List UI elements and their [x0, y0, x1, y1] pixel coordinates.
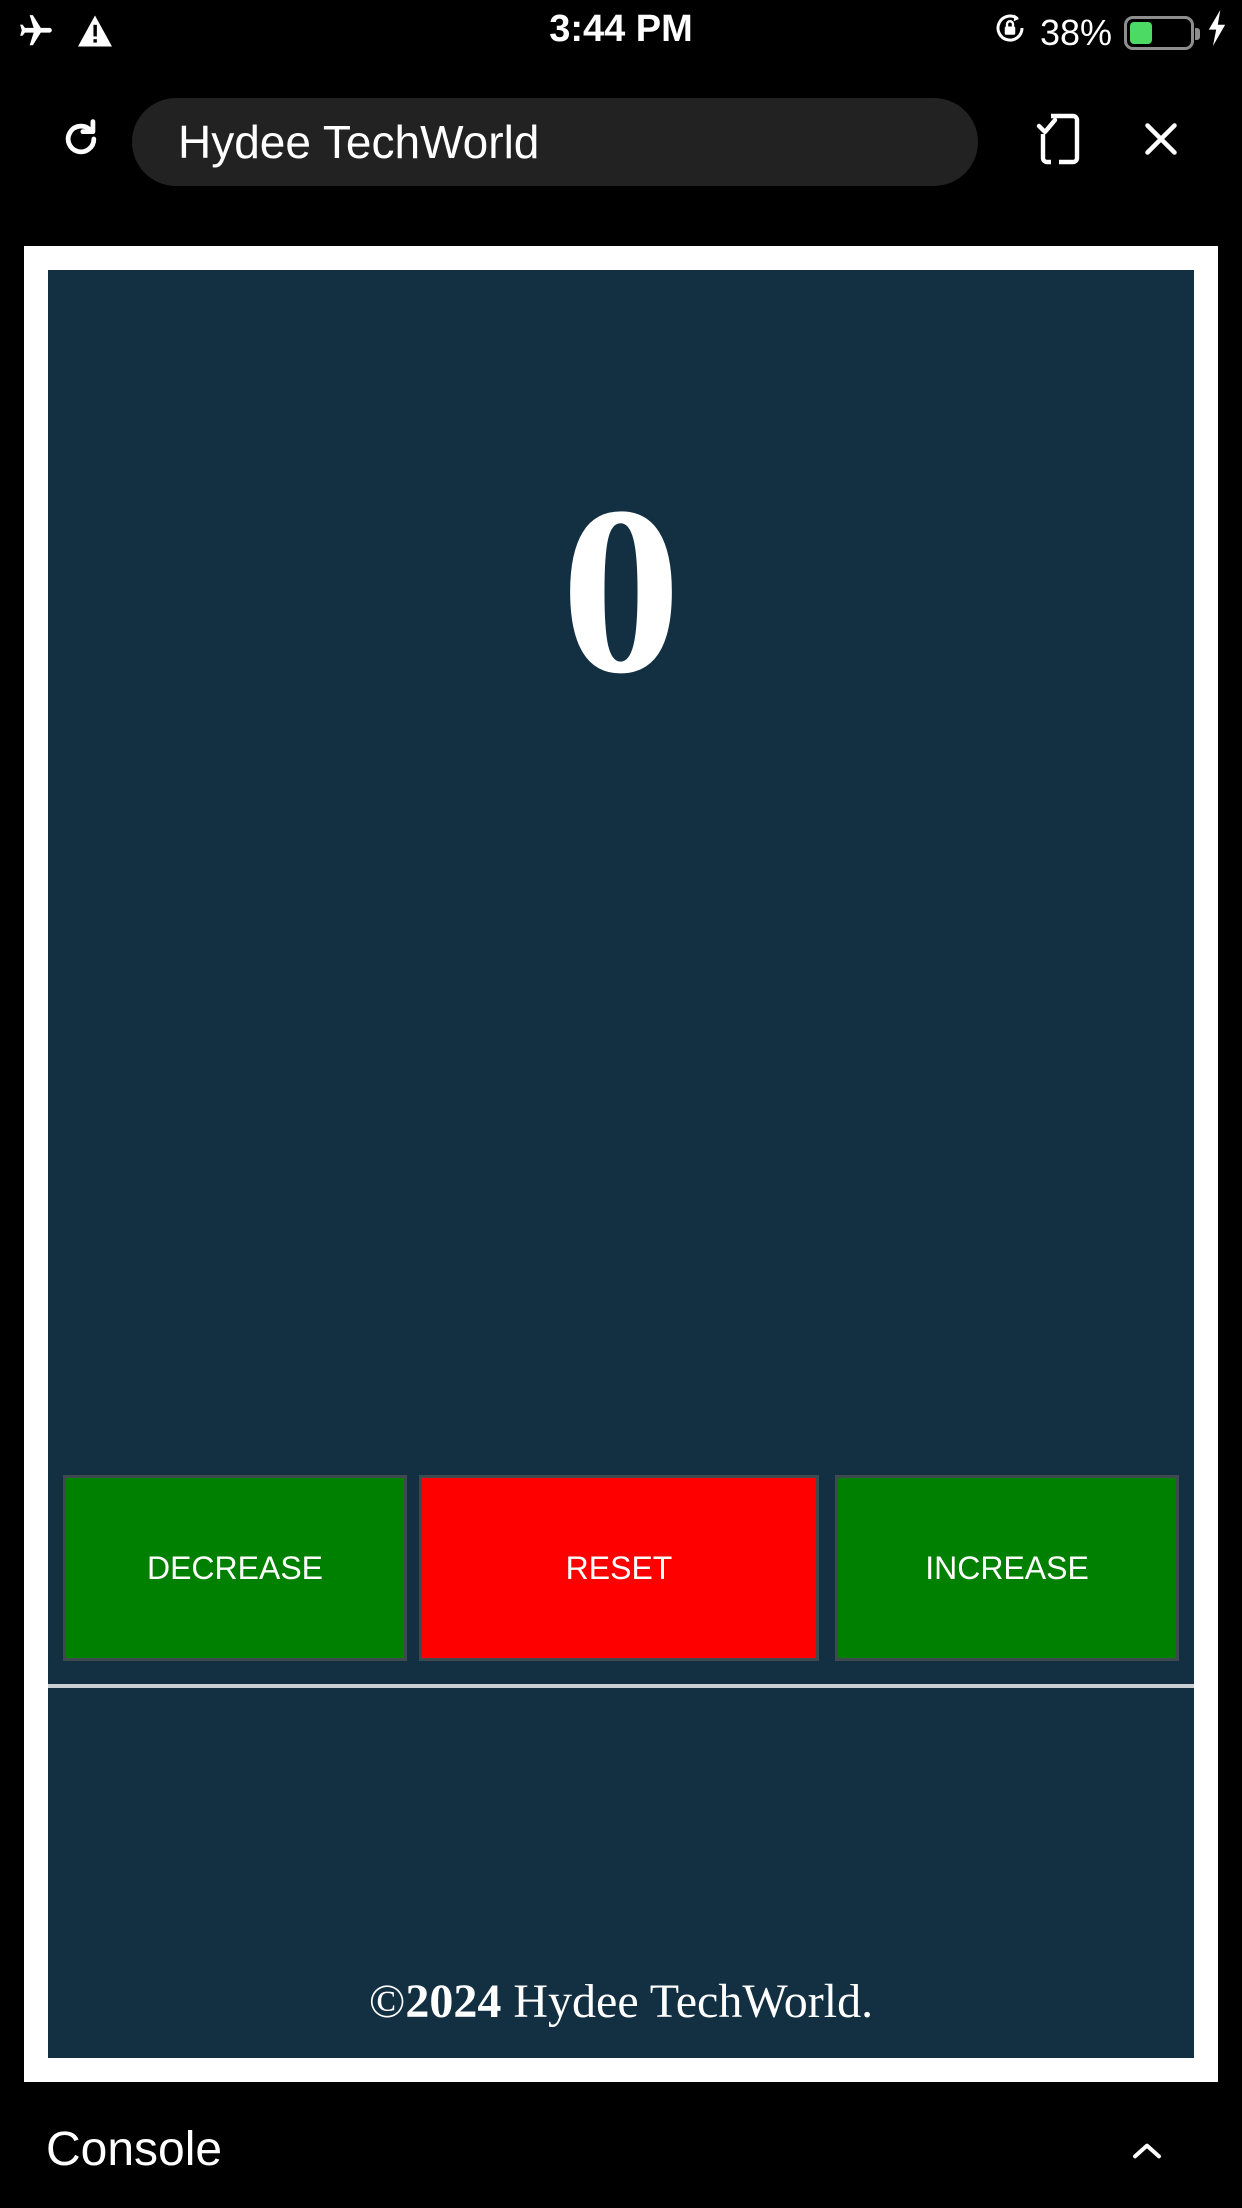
divider [48, 1684, 1194, 1688]
browser-toolbar: Hydee TechWorld [0, 62, 1242, 222]
footer: ©2024 Hydee TechWorld. [48, 1974, 1194, 2030]
chevron-up-icon [1131, 2139, 1163, 2168]
console-label: Console [46, 2123, 223, 2176]
counter-value: 0 [561, 457, 681, 723]
copyright-symbol: © [368, 1975, 406, 2028]
orientation-lock-icon [992, 10, 1028, 55]
battery-level-fill [1130, 21, 1153, 44]
counter-app: 0 DECREASE RESET INCREASE ©2024 Hydee Te… [48, 270, 1194, 2058]
reload-button[interactable] [46, 106, 116, 176]
reload-icon [59, 117, 103, 166]
battery-percent: 38% [1039, 11, 1112, 53]
increase-button[interactable]: INCREASE [835, 1475, 1179, 1661]
page-title-bar[interactable]: Hydee TechWorld [132, 98, 978, 186]
device-check-icon [1035, 112, 1083, 171]
battery-icon [1124, 15, 1200, 50]
charging-bolt-icon [1206, 10, 1228, 55]
button-row: DECREASE RESET INCREASE [63, 1475, 1179, 1661]
footer-text: Hydee TechWorld. [501, 1975, 874, 2028]
close-button[interactable] [1126, 106, 1196, 176]
close-icon [1143, 121, 1179, 162]
status-bar: 3:44 PM 38% [0, 0, 1242, 62]
console-bar[interactable]: Console [0, 2102, 1242, 2208]
reset-button[interactable]: RESET [419, 1475, 819, 1661]
battery-tip [1195, 27, 1200, 40]
footer-year: 2024 [405, 1975, 502, 2028]
console-toggle-button[interactable] [1112, 2118, 1182, 2188]
status-right-icons: 38% [992, 10, 1228, 55]
decrease-button[interactable]: DECREASE [63, 1475, 407, 1661]
device-mode-button[interactable] [1024, 106, 1094, 176]
app-frame: 0 DECREASE RESET INCREASE ©2024 Hydee Te… [24, 246, 1218, 2082]
